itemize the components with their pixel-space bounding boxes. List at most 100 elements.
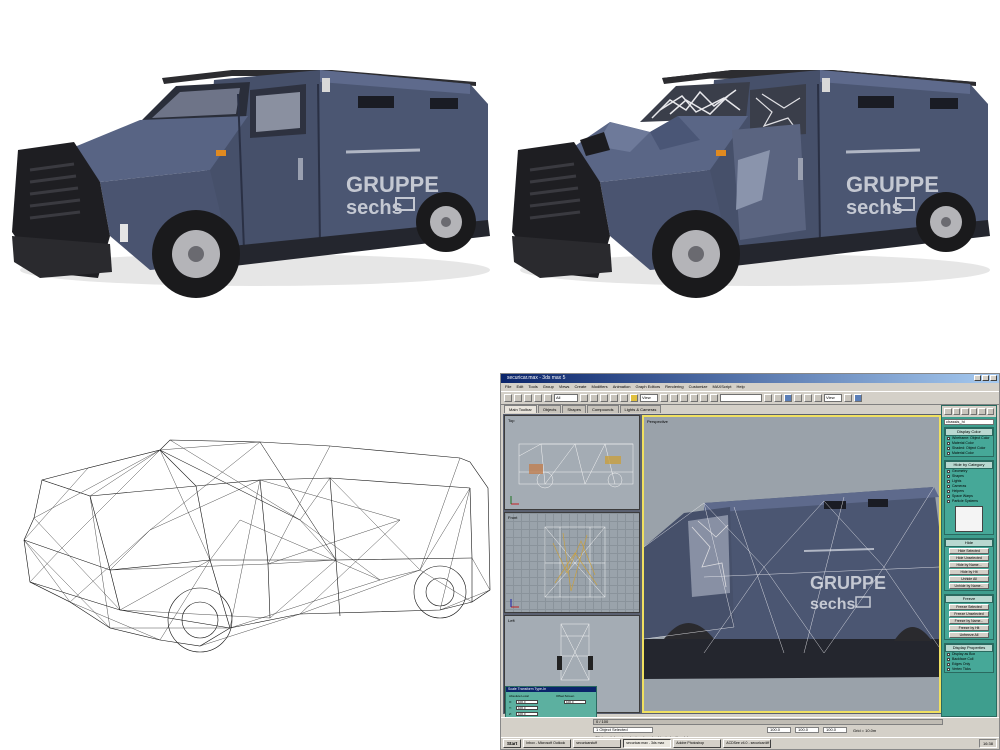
unlink-button[interactable] bbox=[534, 394, 542, 402]
viewport-top[interactable]: Top bbox=[504, 415, 640, 510]
undo-button[interactable] bbox=[504, 394, 512, 402]
unfreeze-all-button[interactable]: Unfreeze All bbox=[949, 632, 989, 638]
menu-graph-editors[interactable]: Graph Editors bbox=[635, 383, 660, 391]
checkbox-item[interactable]: Particle Systems bbox=[945, 499, 993, 504]
z-coord-field[interactable]: 100.0 bbox=[823, 727, 847, 733]
radio-item[interactable]: Material Color bbox=[945, 451, 993, 456]
utilities-tab-icon[interactable] bbox=[986, 408, 994, 415]
menu-views[interactable]: Views bbox=[559, 383, 570, 391]
x-coord-field[interactable]: 100.0 bbox=[767, 727, 791, 733]
menu-edit[interactable]: Edit bbox=[516, 383, 523, 391]
active-shade-button[interactable] bbox=[854, 394, 862, 402]
taskbar-item[interactable]: Inbox - Microsoft Outlook bbox=[523, 739, 572, 748]
abs-x-field[interactable]: 100.0 bbox=[516, 700, 538, 704]
rollout-title[interactable]: Freeze bbox=[945, 595, 993, 603]
taskbar-item[interactable]: Adobe Photoshop bbox=[673, 739, 722, 748]
menu-file[interactable]: File bbox=[505, 383, 511, 391]
menu-create[interactable]: Create bbox=[574, 383, 586, 391]
percent-snap-button[interactable] bbox=[700, 394, 708, 402]
viewport-front[interactable]: Front bbox=[504, 512, 640, 613]
taskbar-item[interactable]: ACDSee v4.0 - securicar.tiff bbox=[723, 739, 772, 748]
tab-main-toolbar[interactable]: Main Toolbar bbox=[504, 405, 537, 413]
pivot-button[interactable] bbox=[660, 394, 668, 402]
track-view-button[interactable] bbox=[784, 394, 792, 402]
render-type-dropdown[interactable]: View bbox=[824, 394, 842, 402]
named-selection-dropdown[interactable] bbox=[720, 394, 762, 402]
rollout-display-properties: Display Properties Display as Box Backfa… bbox=[944, 643, 994, 673]
redo-button[interactable] bbox=[514, 394, 522, 402]
select-move-button[interactable] bbox=[610, 394, 618, 402]
quick-render-button[interactable] bbox=[844, 394, 852, 402]
select-rotate-button[interactable] bbox=[620, 394, 628, 402]
viewport-label-front: Front bbox=[508, 515, 518, 520]
select-object-button[interactable] bbox=[580, 394, 588, 402]
hierarchy-tab-icon[interactable] bbox=[961, 408, 969, 415]
freeze-selected-button[interactable]: Freeze Selected bbox=[949, 604, 989, 610]
object-name-field[interactable]: chassis_hi bbox=[944, 419, 994, 425]
rollout-title[interactable]: Hide bbox=[945, 539, 993, 547]
mirror-button[interactable] bbox=[764, 394, 772, 402]
rollout-title[interactable]: Display Color bbox=[945, 428, 993, 436]
abs-z-field[interactable]: 100.0 bbox=[516, 712, 538, 716]
select-region-button[interactable] bbox=[600, 394, 608, 402]
rollout-title[interactable]: Display Properties bbox=[945, 644, 993, 652]
select-scale-button[interactable] bbox=[630, 394, 638, 402]
menu-help[interactable]: Help bbox=[736, 383, 744, 391]
unhide-by-name-button[interactable]: Unhide by Name... bbox=[949, 583, 989, 589]
menu-maxscript[interactable]: MAXScript bbox=[713, 383, 732, 391]
selection-filter-dropdown[interactable]: All bbox=[554, 394, 578, 402]
tab-compounds[interactable]: Compounds bbox=[586, 405, 619, 413]
schematic-view-button[interactable] bbox=[794, 394, 802, 402]
time-slider[interactable] bbox=[593, 719, 943, 725]
offset-field[interactable]: 100.0 bbox=[564, 700, 586, 704]
maximize-button[interactable] bbox=[982, 375, 989, 381]
motion-tab-icon[interactable] bbox=[969, 408, 977, 415]
menu-group[interactable]: Group bbox=[543, 383, 554, 391]
taskbar-item-active[interactable]: securicar.max - 3ds max bbox=[623, 739, 672, 748]
hide-by-name-button[interactable]: Hide by Name... bbox=[949, 562, 989, 568]
truck-render-damaged: GRUPPE sechs bbox=[500, 0, 1000, 370]
y-coord-field[interactable]: 100.0 bbox=[795, 727, 819, 733]
menu-customize[interactable]: Customize bbox=[689, 383, 708, 391]
menu-tools[interactable]: Tools bbox=[528, 383, 537, 391]
display-tab-icon[interactable] bbox=[978, 408, 986, 415]
start-button[interactable]: Start bbox=[503, 739, 522, 748]
minimize-button[interactable] bbox=[974, 375, 981, 381]
decal-text-line1: GRUPPE bbox=[846, 172, 939, 197]
x-label: X: bbox=[509, 700, 512, 704]
align-button[interactable] bbox=[774, 394, 782, 402]
bind-spacewarp-button[interactable] bbox=[544, 394, 552, 402]
tab-objects[interactable]: Objects bbox=[537, 405, 562, 413]
taskbar-item[interactable]: securicarstuff bbox=[573, 739, 622, 748]
tab-lights-cameras[interactable]: Lights & Cameras bbox=[619, 405, 662, 413]
abs-y-field[interactable]: 100.0 bbox=[516, 706, 538, 710]
freeze-unselected-button[interactable]: Freeze Unselected bbox=[949, 611, 989, 617]
hide-by-hit-button[interactable]: Hide by Hit bbox=[949, 569, 989, 575]
link-button[interactable] bbox=[524, 394, 532, 402]
snap-toggle-button[interactable] bbox=[680, 394, 688, 402]
freeze-by-hit-button[interactable]: Freeze by Hit bbox=[949, 625, 989, 631]
rollout-hide-by-category: Hide by Category Geometry Shapes Lights … bbox=[944, 460, 994, 535]
render-scene-button[interactable] bbox=[814, 394, 822, 402]
tab-shapes[interactable]: Shapes bbox=[562, 405, 586, 413]
viewport-perspective[interactable]: Perspective GRUPPE sechs bbox=[642, 415, 941, 713]
freeze-by-name-button[interactable]: Freeze by Name... bbox=[949, 618, 989, 624]
close-button[interactable] bbox=[990, 375, 997, 381]
menu-modifiers[interactable]: Modifiers bbox=[591, 383, 607, 391]
angle-snap-button[interactable] bbox=[690, 394, 698, 402]
select-manipulate-button[interactable] bbox=[670, 394, 678, 402]
rollout-title[interactable]: Hide by Category bbox=[945, 461, 993, 469]
hide-selected-button[interactable]: Hide Selected bbox=[949, 548, 989, 554]
ref-coord-dropdown[interactable]: View bbox=[640, 394, 658, 402]
select-by-name-button[interactable] bbox=[590, 394, 598, 402]
create-tab-icon[interactable] bbox=[944, 408, 952, 415]
checkbox-item[interactable]: Vertex Ticks bbox=[945, 667, 993, 672]
hide-unselected-button[interactable]: Hide Unselected bbox=[949, 555, 989, 561]
material-editor-button[interactable] bbox=[804, 394, 812, 402]
viewport-front-content bbox=[510, 526, 606, 608]
menu-rendering[interactable]: Rendering bbox=[665, 383, 683, 391]
menu-animation[interactable]: Animation bbox=[613, 383, 631, 391]
modify-tab-icon[interactable] bbox=[952, 408, 960, 415]
spinner-snap-button[interactable] bbox=[710, 394, 718, 402]
unhide-all-button[interactable]: Unhide All bbox=[949, 576, 989, 582]
